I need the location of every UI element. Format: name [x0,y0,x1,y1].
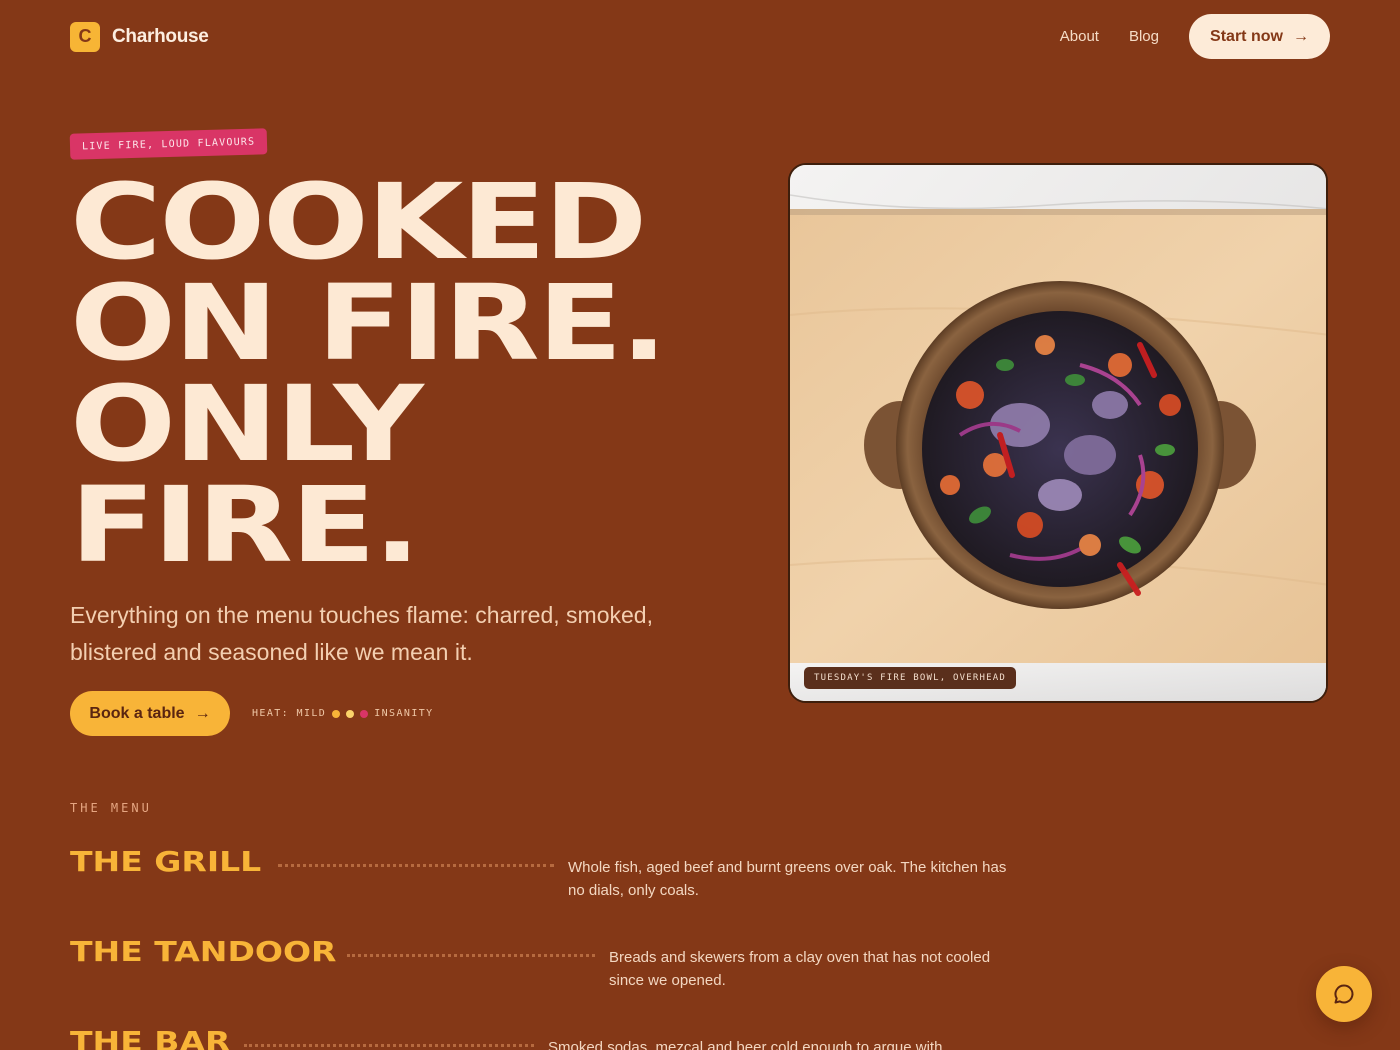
heat-dot [360,709,369,718]
heat-low-label: HEAT: MILD [252,708,327,719]
nav-link-blog[interactable]: Blog [1129,28,1159,45]
menu-item-description: Whole fish, aged beef and burnt greens o… [568,859,1007,899]
logo[interactable]: C Charhouse [70,21,209,52]
heat-dot [332,709,341,718]
menu-item-title: THE BAR [70,1025,231,1050]
hero-cta-row: Book a table → HEAT: MILD INSANITY [70,691,434,736]
site-header: C Charhouse About Blog Start now → [70,14,1330,59]
fire-bowl-image [790,165,1326,701]
main-nav: About Blog Start now → [1060,14,1330,59]
menu-item-description: Smoked sodas, mezcal and beer cold enoug… [548,1039,947,1050]
chat-bubble-icon [1334,984,1354,1004]
hero-subcopy: Everything on the menu touches flame: ch… [70,602,653,665]
arrow-right-icon: → [1292,27,1309,45]
brand-name: Charhouse [112,25,209,47]
hero-headline: COOKED ON FIRE. ONLY FIRE. [70,161,668,586]
menu-dots-divider [278,864,554,867]
arrow-right-icon: → [194,704,211,722]
headline-line: ON FIRE. [70,262,668,384]
nav-link-about[interactable]: About [1060,28,1099,45]
menu-section-label: THE MENU [70,801,152,815]
logo-mark: C [70,21,100,52]
headline-line: FIRE. [70,464,421,586]
start-now-button[interactable]: Start now → [1189,14,1330,59]
menu-item-tandoor[interactable]: THE TANDOOR Breads and skewers from a cl… [70,936,1009,992]
start-now-label: Start now [1210,27,1283,45]
menu-item-description: Breads and skewers from a clay oven that… [609,949,991,989]
hero-tagline: LIVE FIRE, LOUD FLAVOURS [69,128,268,160]
menu-dots-divider [244,1044,534,1047]
heat-scale: HEAT: MILD INSANITY [252,708,434,719]
menu-dots-divider [347,954,595,957]
book-table-button[interactable]: Book a table → [70,691,230,736]
hero-photo: TUESDAY'S FIRE BOWL, OVERHEAD [788,163,1328,703]
heat-dot [346,709,355,718]
photo-caption: TUESDAY'S FIRE BOWL, OVERHEAD [804,667,1016,689]
headline-line: ONLY [70,363,424,485]
book-table-label: Book a table [89,704,185,722]
menu-item-grill[interactable]: THE GRILL Whole fish, aged beef and burn… [70,846,1008,902]
menu-item-title: THE TANDOOR [70,935,337,968]
menu-item-bar[interactable]: THE BAR Smoked sodas, mezcal and beer co… [70,1026,988,1050]
headline-line: COOKED [70,161,647,283]
menu-item-title: THE GRILL [70,845,262,878]
chat-button[interactable] [1316,966,1372,1022]
heat-high-label: INSANITY [374,708,434,719]
